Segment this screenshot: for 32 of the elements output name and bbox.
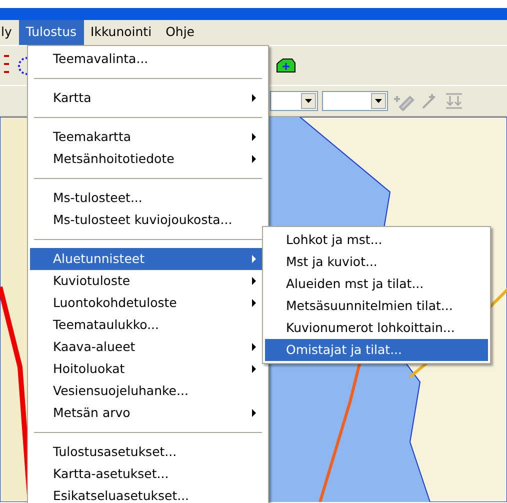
menu-item[interactable]: Kartta <box>30 87 266 109</box>
caret-icon <box>375 99 382 103</box>
menu-item[interactable]: Kartta-asetukset... <box>30 463 266 485</box>
menu-item[interactable]: Metsän arvo <box>30 402 266 424</box>
menu-item[interactable]: Ohje <box>158 20 202 45</box>
menu-item[interactable]: Esikatseluasetukset... <box>30 485 266 503</box>
menu-item[interactable]: Alueiden mst ja tilat... <box>265 273 488 295</box>
menu-item[interactable]: Teemataulukko... <box>30 314 266 336</box>
menu-item[interactable]: Luontokohdetuloste <box>30 292 266 314</box>
menu-item[interactable]: Teemavalinta... <box>30 48 266 70</box>
menu-item[interactable]: Lohkot ja mst... <box>265 229 488 251</box>
merge-icon[interactable] <box>444 91 464 111</box>
menu-item[interactable]: Kuvionumerot lohkoittain... <box>265 317 488 339</box>
menu-item[interactable]: Metsänhoitotiedote <box>30 148 266 170</box>
menu-item[interactable]: Tulostus <box>18 20 84 45</box>
dropdown[interactable] <box>270 91 318 111</box>
menu-item[interactable]: Teemakartta <box>30 126 266 148</box>
menu-item[interactable]: Kaava-alueet <box>30 336 266 358</box>
menu-item[interactable]: Omistajat ja tilat... <box>265 339 488 361</box>
dropdown[interactable] <box>322 91 388 111</box>
menu-item[interactable]: Mst ja kuviot... <box>265 251 488 273</box>
menu-item[interactable]: Metsäsuunnitelmien tilat... <box>265 295 488 317</box>
menu-item[interactable]: ly <box>0 20 19 45</box>
menu-item[interactable]: Ms-tulosteet... <box>30 187 266 209</box>
menu-item[interactable]: Tulostusasetukset... <box>30 441 266 463</box>
polygon-add-icon[interactable] <box>276 58 296 74</box>
menu-item[interactable]: Kuviotuloste <box>30 270 266 292</box>
menu-item[interactable]: Ms-tulosteet kuviojoukosta... <box>30 209 266 231</box>
menu-item[interactable]: Vesiensuojeluhanke... <box>30 380 266 402</box>
caret-icon <box>305 99 312 103</box>
menu-item[interactable]: Ikkunointi <box>84 20 159 45</box>
menu-item[interactable]: Hoitoluokat <box>30 358 266 380</box>
